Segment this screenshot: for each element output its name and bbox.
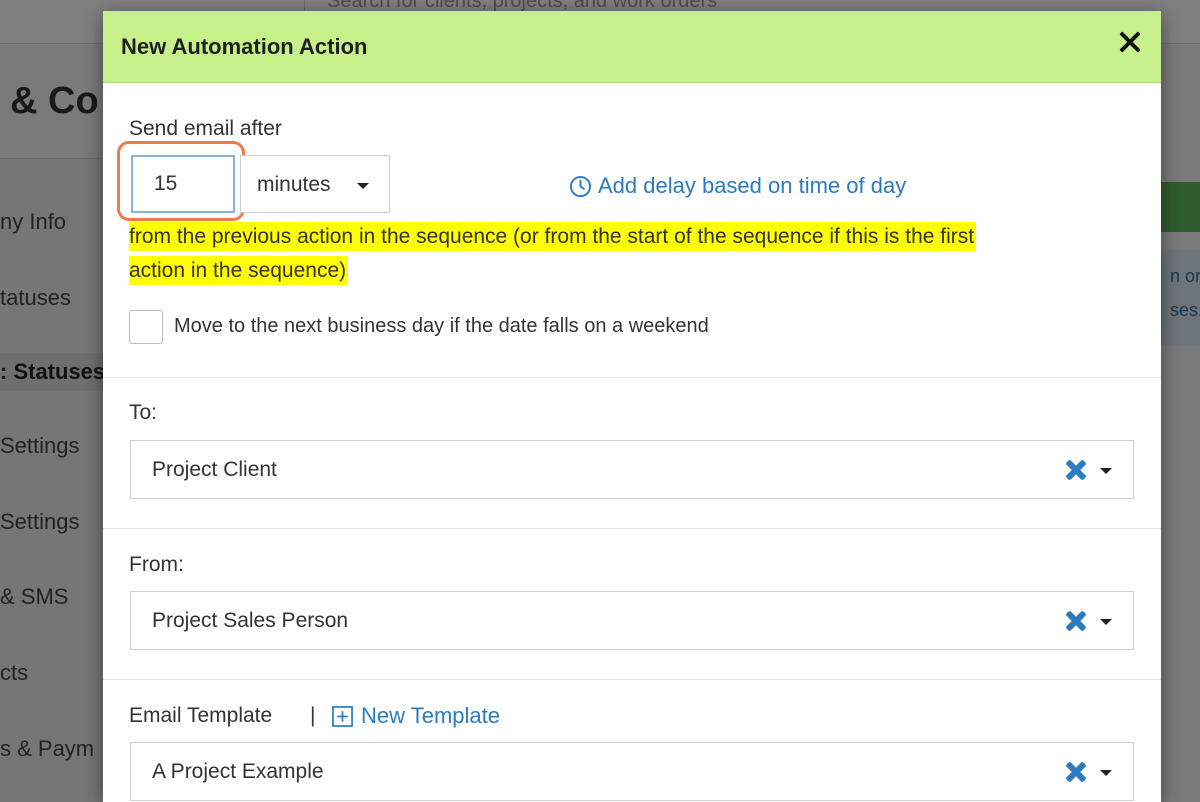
delay-amount-input[interactable] <box>131 155 235 213</box>
delay-unit-select[interactable]: minutes <box>240 155 390 213</box>
close-icon[interactable] <box>1117 29 1143 55</box>
delay-unit-value: minutes <box>257 173 331 196</box>
email-template-value: A Project Example <box>152 760 324 783</box>
email-template-label: Email Template <box>129 704 273 727</box>
from-select[interactable]: Project Sales Person <box>130 591 1134 650</box>
modal-header: New Automation Action <box>103 11 1161 83</box>
section-divider <box>103 528 1161 529</box>
modal-title: New Automation Action <box>121 34 368 59</box>
section-divider <box>103 679 1161 680</box>
clock-icon <box>569 175 592 197</box>
add-delay-time-of-day-link[interactable]: Add delay based on time of day <box>569 173 906 199</box>
label-separator: | <box>310 704 316 727</box>
to-label: To: <box>129 401 158 424</box>
new-template-label: New Template <box>361 703 500 728</box>
chevron-down-icon[interactable] <box>1100 468 1112 474</box>
sequence-note-line-2: action in the sequence) <box>129 256 349 285</box>
chevron-down-icon <box>357 183 369 189</box>
weekend-checkbox[interactable] <box>129 310 163 344</box>
add-delay-time-of-day-label: Add delay based on time of day <box>598 173 907 198</box>
email-template-select[interactable]: A Project Example <box>130 742 1134 801</box>
clear-icon[interactable] <box>1065 459 1087 481</box>
send-email-after-label: Send email after <box>129 117 282 140</box>
section-divider <box>103 377 1161 378</box>
chevron-down-icon[interactable] <box>1100 770 1112 776</box>
new-template-link[interactable]: New Template <box>332 703 500 729</box>
from-label: From: <box>129 553 184 576</box>
chevron-down-icon[interactable] <box>1100 619 1112 625</box>
clear-icon[interactable] <box>1065 610 1087 632</box>
weekend-checkbox-label: Move to the next business day if the dat… <box>174 315 709 337</box>
new-automation-action-modal: New Automation Action Send email after m… <box>103 11 1161 802</box>
to-select[interactable]: Project Client <box>130 440 1134 499</box>
clear-icon[interactable] <box>1065 761 1087 783</box>
from-select-value: Project Sales Person <box>152 609 349 632</box>
sequence-note-line-1: from the previous action in the sequence… <box>129 222 977 251</box>
to-select-value: Project Client <box>152 458 277 481</box>
plus-square-icon <box>332 705 353 727</box>
